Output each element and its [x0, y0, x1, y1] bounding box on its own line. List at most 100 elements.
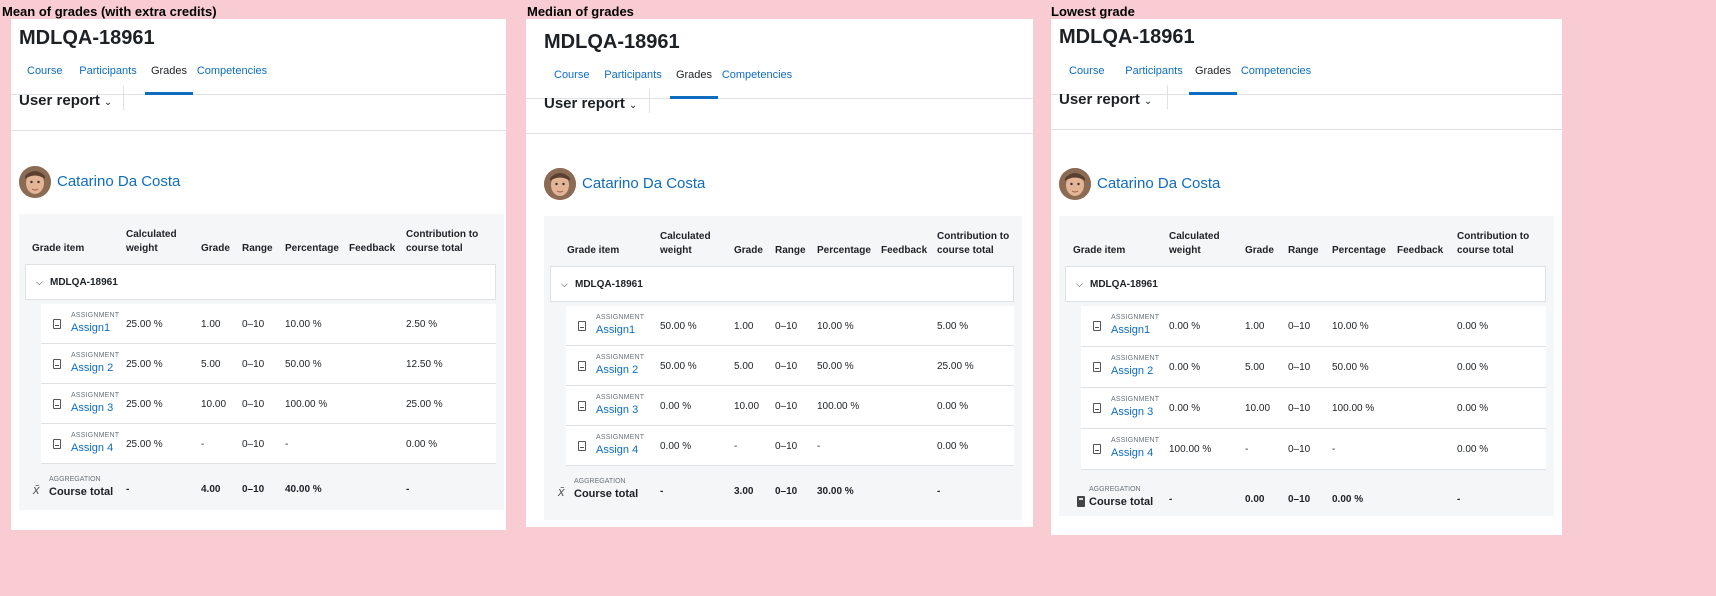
calculated-weight-cell: 0.00 %	[1169, 321, 1201, 332]
grade-table: Grade item Calculated weight Grade Range Per…	[1059, 216, 1554, 516]
grade-cell: 1.00	[1245, 321, 1265, 332]
chevron-down-icon[interactable]: ⌵	[36, 277, 43, 288]
contribution-cell: 2.50 %	[406, 319, 438, 330]
assignment-icon	[578, 401, 586, 411]
total-range-cell: 0–10	[1288, 494, 1311, 505]
header-percentage: Percentage	[285, 243, 339, 254]
item-type-label: ASSIGNMENT	[1111, 314, 1160, 321]
header-grade-item: Grade item	[32, 243, 85, 254]
moodle-screenshot: MDLQA-18961 Course Participants Grades Compe…	[11, 19, 506, 530]
grade-item-link[interactable]: Assign 3	[1111, 406, 1153, 418]
header-grade: Grade	[201, 243, 230, 254]
avatar	[1059, 168, 1091, 200]
report-dropdown[interactable]: User report ⌄	[19, 92, 112, 109]
percentage-cell: 50.00 %	[817, 361, 854, 372]
calculated-weight-cell: 50.00 %	[660, 321, 697, 332]
grade-cell: 5.00	[734, 361, 754, 372]
contribution-cell: 0.00 %	[1457, 444, 1489, 455]
total-percentage-cell: 0.00 %	[1332, 494, 1364, 505]
calculated-weight-cell: 25.00 %	[126, 399, 163, 410]
grade-item-link[interactable]: Assign 3	[596, 404, 638, 416]
user-name-link[interactable]: Catarino Da Costa	[582, 175, 705, 192]
calculated-weight-cell: 0.00 %	[1169, 403, 1201, 414]
grade-item-link[interactable]: Assign 4	[596, 444, 638, 456]
report-dropdown[interactable]: User report ⌄	[1059, 91, 1152, 108]
grade-cell: 10.00	[734, 401, 760, 412]
total-grade-cell: 4.00	[201, 484, 221, 495]
header-calculated-weight: Calculated weight	[660, 231, 711, 256]
calculator-icon	[1077, 496, 1085, 507]
contribution-cell: 0.00 %	[1457, 403, 1489, 414]
item-type-label: ASSIGNMENT	[71, 392, 120, 399]
chevron-down-icon[interactable]: ⌵	[1076, 279, 1083, 290]
course-total-row: AGGREGATION Course total - 0.00 0–10 0.00 % -	[1059, 484, 1554, 520]
grade-item-link[interactable]: Assign 3	[71, 402, 113, 414]
grade-cell: 5.00	[1245, 362, 1265, 373]
calculated-weight-cell: 0.00 %	[660, 401, 692, 412]
grade-item-link[interactable]: Assign 2	[71, 362, 113, 374]
assignment-icon	[53, 399, 61, 409]
contribution-cell: 0.00 %	[937, 401, 969, 412]
page-title: MDLQA-18961	[544, 31, 680, 53]
item-type-label: ASSIGNMENT	[71, 352, 120, 359]
assignment-icon	[53, 439, 61, 449]
percentage-cell: -	[817, 441, 821, 452]
percentage-cell: -	[1332, 444, 1336, 455]
grade-item-link[interactable]: Assign 4	[1111, 447, 1153, 459]
header-contribution: Contribution to course total	[937, 231, 1010, 256]
total-weight-cell: -	[126, 484, 130, 495]
category-row[interactable]: ⌵ MDLQA-18961	[1065, 266, 1546, 302]
report-dropdown-label: User report	[544, 95, 625, 112]
range-cell: 0–10	[242, 399, 265, 410]
table-row: ASSIGNMENT Assign 4 0.00 % - 0–10 - 0.00 %	[566, 426, 1014, 466]
header-range: Range	[775, 245, 806, 256]
range-cell: 0–10	[1288, 444, 1311, 455]
assignment-icon	[53, 319, 61, 329]
grade-cell: 1.00	[734, 321, 754, 332]
user-name-link[interactable]: Catarino Da Costa	[57, 173, 180, 190]
grade-item-link[interactable]: Assign 2	[1111, 365, 1153, 377]
calculated-weight-cell: 25.00 %	[126, 319, 163, 330]
grade-item-link[interactable]: Assign 4	[71, 442, 113, 454]
user-heading: Catarino Da Costa	[19, 166, 319, 200]
total-percentage-cell: 40.00 %	[285, 484, 322, 495]
report-dropdown[interactable]: User report ⌄	[544, 95, 637, 112]
contribution-cell: 25.00 %	[406, 399, 443, 410]
item-type-label: ASSIGNMENT	[596, 394, 645, 401]
category-row[interactable]: ⌵ MDLQA-18961	[550, 266, 1014, 302]
chevron-down-icon[interactable]: ⌵	[561, 279, 568, 290]
grade-cell: 5.00	[201, 359, 221, 370]
contribution-cell: 0.00 %	[1457, 321, 1489, 332]
assignment-icon	[578, 361, 586, 371]
report-dropdown-label: User report	[19, 92, 100, 109]
aggregation-type-label: AGGREGATION	[1089, 486, 1141, 493]
grade-item-link[interactable]: Assign1	[1111, 324, 1150, 336]
category-row[interactable]: ⌵ MDLQA-18961	[25, 264, 496, 300]
range-cell: 0–10	[1288, 403, 1311, 414]
header-feedback: Feedback	[349, 243, 396, 254]
report-selector-bar: User report ⌄	[11, 74, 506, 131]
header-range: Range	[242, 243, 273, 254]
percentage-cell: -	[285, 439, 289, 450]
range-cell: 0–10	[242, 319, 265, 330]
item-type-label: ASSIGNMENT	[1111, 355, 1160, 362]
calculated-weight-cell: 0.00 %	[1169, 362, 1201, 373]
contribution-cell: 5.00 %	[937, 321, 969, 332]
assignment-icon	[1093, 362, 1101, 372]
assignment-icon	[1093, 444, 1101, 454]
item-type-label: ASSIGNMENT	[1111, 437, 1160, 444]
table-row: ASSIGNMENT Assign1 0.00 % 1.00 0–10 10.00 % 0.…	[1081, 306, 1546, 347]
grade-item-link[interactable]: Assign1	[596, 324, 635, 336]
contribution-cell: 0.00 %	[937, 441, 969, 452]
grade-item-link[interactable]: Assign1	[71, 322, 110, 334]
grade-item-link[interactable]: Assign 2	[596, 364, 638, 376]
header-range: Range	[1288, 245, 1319, 256]
chevron-down-icon: ⌄	[103, 97, 113, 108]
user-name-link[interactable]: Catarino Da Costa	[1097, 175, 1220, 192]
header-percentage: Percentage	[1332, 245, 1386, 256]
table-row: ASSIGNMENT Assign1 25.00 % 1.00 0–10 10.00 % 2…	[41, 304, 496, 344]
grade-table: Grade item Calculated weight Grade Range Per…	[19, 214, 504, 510]
range-cell: 0–10	[775, 401, 798, 412]
assignment-icon	[578, 321, 586, 331]
header-percentage: Percentage	[817, 245, 871, 256]
